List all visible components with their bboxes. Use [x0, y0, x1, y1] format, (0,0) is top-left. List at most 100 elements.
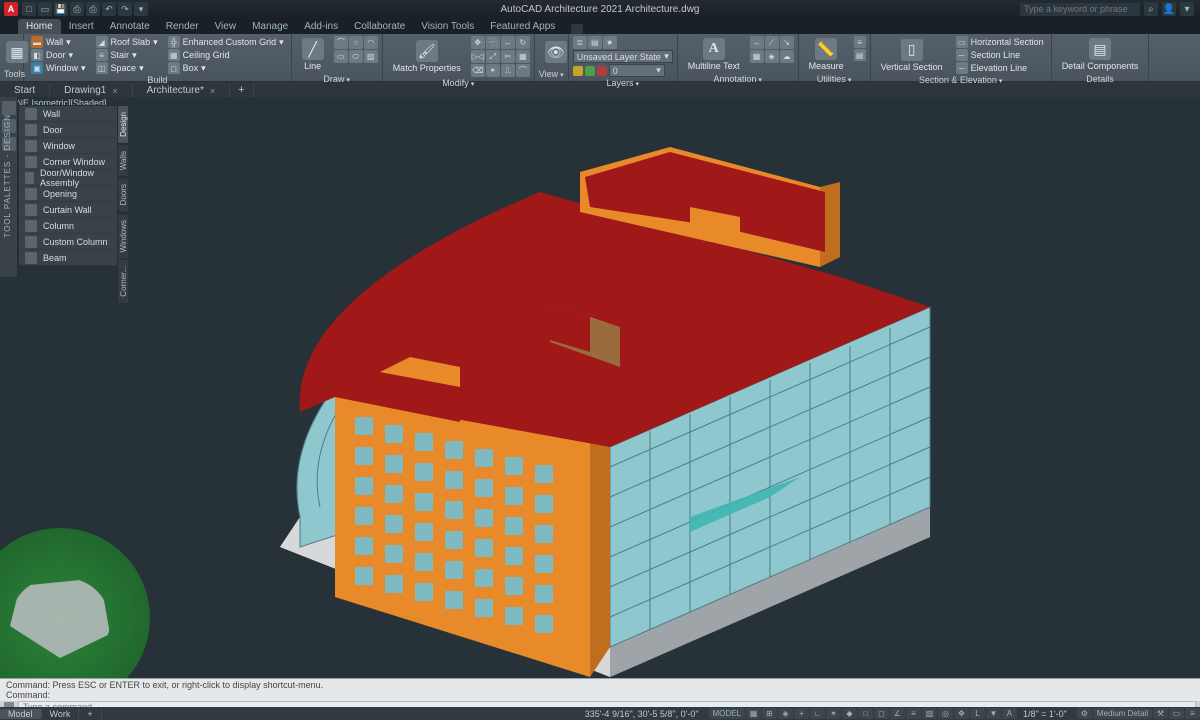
- tag-icon[interactable]: ◈: [765, 50, 779, 63]
- gear-icon[interactable]: ⚙: [1077, 708, 1092, 719]
- layerprops-icon[interactable]: ≣: [573, 36, 587, 49]
- search-input[interactable]: [1020, 3, 1140, 16]
- tab-collaborate[interactable]: Collaborate: [346, 19, 413, 34]
- tab-vision-tools[interactable]: Vision Tools: [413, 19, 482, 34]
- snap-toggle[interactable]: ⊞: [762, 708, 777, 719]
- line-tool[interactable]: ╱Line: [296, 36, 330, 73]
- help-icon[interactable]: ▾: [1180, 2, 1194, 16]
- annotation-scale[interactable]: 1/8" = 1'-0": [1017, 709, 1073, 719]
- copy-icon[interactable]: ⿻: [486, 36, 500, 49]
- layer-combo[interactable]: 0▾: [609, 64, 665, 77]
- search-icon[interactable]: ⌕: [1144, 2, 1158, 16]
- swatch-yellow[interactable]: [573, 66, 583, 76]
- swatch-green[interactable]: [585, 66, 595, 76]
- inquiry-icon1[interactable]: ≡: [854, 36, 866, 48]
- move-icon[interactable]: ✥: [471, 36, 485, 49]
- tab-featured-apps[interactable]: Featured Apps: [482, 19, 563, 34]
- palette-tab-corner[interactable]: Corner...: [117, 259, 129, 304]
- section-line[interactable]: ─Section Line: [953, 49, 1047, 61]
- filter-toggle[interactable]: ▼: [986, 708, 1001, 719]
- detail-level[interactable]: Medium Detail: [1093, 708, 1152, 719]
- space-tool[interactable]: ◫Space ▾: [93, 62, 161, 74]
- customize-icon[interactable]: ≡: [1185, 708, 1200, 719]
- rect-icon[interactable]: ▭: [334, 50, 348, 63]
- table-icon[interactable]: ▦: [750, 50, 764, 63]
- strip-btn-1[interactable]: [2, 101, 16, 115]
- qat-undo-icon[interactable]: ↶: [102, 2, 116, 16]
- box-tool[interactable]: ◻Box ▾: [165, 62, 287, 74]
- palette-column[interactable]: Column: [19, 218, 117, 234]
- erase-icon[interactable]: ⌫: [471, 64, 485, 77]
- offset-icon[interactable]: ⎍: [501, 64, 515, 77]
- otrack-toggle[interactable]: ∠: [890, 708, 905, 719]
- vertical-section[interactable]: ▯Vertical Section: [875, 36, 949, 74]
- lwt-toggle[interactable]: ≡: [906, 708, 921, 719]
- tab-addins[interactable]: Add-ins: [296, 19, 346, 34]
- ducs-toggle[interactable]: L: [970, 708, 985, 719]
- account-icon[interactable]: 👤: [1162, 2, 1176, 16]
- palette-dwa[interactable]: Door/Window Assembly: [19, 170, 117, 186]
- qat-more-icon[interactable]: ▾: [134, 2, 148, 16]
- qat-print-icon[interactable]: ⎙: [86, 2, 100, 16]
- view-tool-btn[interactable]: 👁: [539, 36, 573, 68]
- tran-toggle[interactable]: ▧: [922, 708, 937, 719]
- polyline-icon[interactable]: ⌒: [334, 36, 348, 49]
- wall-tool[interactable]: ▬Wall ▾: [28, 36, 89, 48]
- tab-annotate[interactable]: Annotate: [102, 19, 158, 34]
- multiline-text[interactable]: AMultiline Text: [682, 36, 746, 73]
- tab-manage[interactable]: Manage: [244, 19, 296, 34]
- horizontal-section[interactable]: ▭Horizontal Section: [953, 36, 1047, 48]
- dim-linear-icon[interactable]: ↔: [750, 36, 764, 49]
- qat-new-icon[interactable]: □: [22, 2, 36, 16]
- file-tab-start[interactable]: Start: [0, 84, 50, 97]
- stair-tool[interactable]: ≡Stair ▾: [93, 49, 161, 61]
- explode-icon[interactable]: ✶: [486, 64, 500, 77]
- palette-wall[interactable]: Wall: [19, 106, 117, 122]
- close-icon[interactable]: ×: [112, 86, 117, 96]
- status-model-toggle[interactable]: MODEL: [709, 708, 745, 719]
- leader-icon[interactable]: ↘: [780, 36, 794, 49]
- circle-icon[interactable]: ○: [349, 36, 363, 49]
- layerstate-icon[interactable]: ★: [603, 36, 617, 49]
- qat-redo-icon[interactable]: ↷: [118, 2, 132, 16]
- palette-tab-windows[interactable]: Windows: [117, 213, 129, 259]
- match-properties[interactable]: 🖌Match Properties: [387, 36, 467, 77]
- tab-home[interactable]: Home: [18, 19, 61, 34]
- fillet-icon[interactable]: ⌒: [516, 64, 530, 77]
- file-tab-new[interactable]: +: [230, 83, 253, 97]
- tab-view[interactable]: View: [207, 19, 245, 34]
- detail-components[interactable]: ▤Detail Components: [1056, 36, 1145, 73]
- inquiry-icon2[interactable]: ▤: [854, 49, 866, 61]
- palette-beam[interactable]: Beam: [19, 250, 117, 266]
- layer-state-combo[interactable]: Unsaved Layer State▾: [573, 50, 673, 63]
- layermanager-icon[interactable]: ▤: [588, 36, 602, 49]
- palette-opening[interactable]: Opening: [19, 186, 117, 202]
- monitor-icon[interactable]: ▭: [1169, 708, 1184, 719]
- array-icon[interactable]: ▦: [516, 50, 530, 63]
- iso-toggle[interactable]: ◆: [842, 708, 857, 719]
- palette-customcolumn[interactable]: Custom Column: [19, 234, 117, 250]
- dyn-toggle[interactable]: +: [794, 708, 809, 719]
- palette-tab-walls[interactable]: Walls: [117, 144, 129, 177]
- palette-tab-design[interactable]: Design: [117, 105, 129, 144]
- layout-tab-new[interactable]: +: [79, 709, 101, 719]
- customgrid-tool[interactable]: ╬Enhanced Custom Grid ▾: [165, 36, 287, 48]
- close-icon[interactable]: ×: [210, 86, 215, 96]
- infer-toggle[interactable]: ◈: [778, 708, 793, 719]
- revcloud-icon[interactable]: ☁: [780, 50, 794, 63]
- tab-insert[interactable]: Insert: [61, 19, 102, 34]
- palette-window[interactable]: Window: [19, 138, 117, 154]
- rotate-icon[interactable]: ↻: [516, 36, 530, 49]
- anno-toggle[interactable]: A: [1002, 708, 1017, 719]
- file-tab-architecture[interactable]: Architecture*×: [133, 84, 231, 97]
- palette-curtainwall[interactable]: Curtain Wall: [19, 202, 117, 218]
- trim-icon[interactable]: ✂: [501, 50, 515, 63]
- tab-expander-icon[interactable]: [571, 24, 583, 34]
- workspace-icon[interactable]: ⚒: [1153, 708, 1168, 719]
- swatch-red[interactable]: [597, 66, 607, 76]
- app-icon[interactable]: A: [4, 2, 18, 16]
- polar-toggle[interactable]: ✶: [826, 708, 841, 719]
- tab-render[interactable]: Render: [158, 19, 207, 34]
- osnap-toggle[interactable]: □: [858, 708, 873, 719]
- hatch-icon[interactable]: ▨: [364, 50, 378, 63]
